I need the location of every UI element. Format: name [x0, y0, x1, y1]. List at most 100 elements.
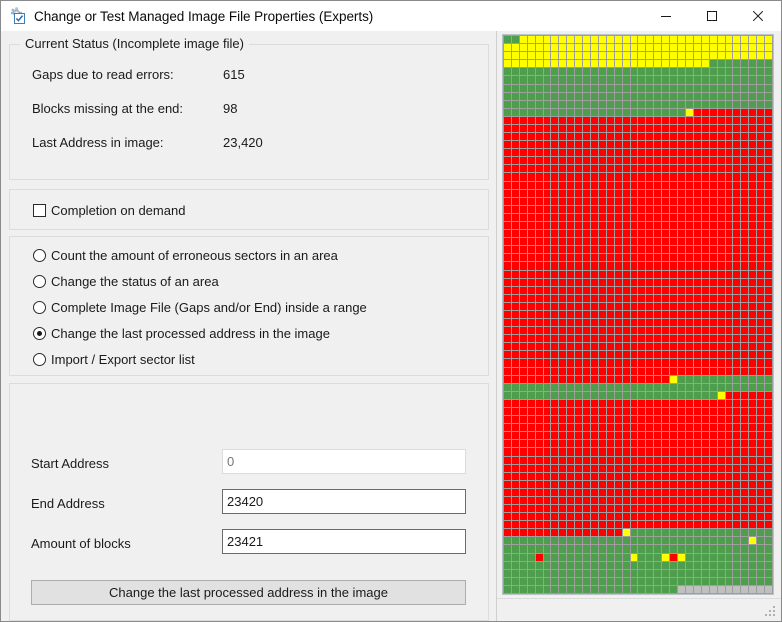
sector-cell[interactable]: [583, 480, 591, 488]
sector-cell[interactable]: [630, 246, 638, 254]
sector-cell[interactable]: [654, 577, 662, 585]
sector-cell[interactable]: [717, 537, 725, 545]
sector-cell[interactable]: [511, 529, 519, 537]
sector-cell[interactable]: [606, 302, 614, 310]
sector-cell[interactable]: [535, 577, 543, 585]
sector-cell[interactable]: [757, 68, 765, 76]
sector-cell[interactable]: [591, 100, 598, 108]
sector-cell[interactable]: [765, 577, 772, 585]
sector-cell[interactable]: [757, 496, 765, 505]
sector-cell[interactable]: [646, 270, 654, 278]
sector-cell[interactable]: [749, 254, 757, 262]
sector-cell[interactable]: [741, 343, 749, 351]
sector-cell[interactable]: [614, 116, 622, 124]
sector-cell[interactable]: [638, 302, 646, 310]
sector-cell[interactable]: [717, 133, 725, 141]
sector-cell[interactable]: [654, 238, 662, 246]
radio-count-erroneous-sectors[interactable]: Count the amount of erroneous sectors in…: [33, 248, 338, 263]
sector-cell[interactable]: [709, 262, 717, 270]
sector-cell[interactable]: [622, 68, 630, 76]
sector-cell[interactable]: [583, 197, 591, 205]
sector-cell[interactable]: [504, 513, 511, 521]
sector-cell[interactable]: [511, 230, 519, 238]
sector-cell[interactable]: [504, 165, 511, 173]
sector-cell[interactable]: [765, 327, 772, 335]
sector-cell[interactable]: [543, 343, 551, 351]
sector-cell[interactable]: [591, 230, 598, 238]
sector-cell[interactable]: [559, 351, 567, 359]
sector-cell[interactable]: [591, 262, 598, 270]
sector-cell[interactable]: [606, 173, 614, 181]
sector-cell[interactable]: [630, 294, 638, 302]
sector-cell[interactable]: [678, 440, 685, 448]
sector-cell[interactable]: [693, 173, 701, 181]
sector-cell[interactable]: [638, 238, 646, 246]
sector-cell[interactable]: [709, 351, 717, 359]
sector-cell[interactable]: [717, 165, 725, 173]
sector-cell[interactable]: [575, 416, 583, 424]
sector-cell[interactable]: [701, 213, 709, 221]
sector-cell[interactable]: [543, 327, 551, 335]
sector-cell[interactable]: [630, 569, 638, 577]
sector-cell[interactable]: [559, 529, 567, 537]
sector-cell[interactable]: [709, 270, 717, 278]
sector-cell[interactable]: [709, 181, 717, 189]
sector-cell[interactable]: [551, 108, 559, 116]
sector-cell[interactable]: [614, 545, 622, 553]
sector-cell[interactable]: [646, 351, 654, 359]
sector-cell[interactable]: [614, 391, 622, 399]
sector-cell[interactable]: [670, 108, 678, 116]
sector-cell[interactable]: [511, 391, 519, 399]
sector-cell[interactable]: [693, 84, 701, 92]
sector-cell[interactable]: [559, 399, 567, 407]
sector-cell[interactable]: [598, 310, 606, 319]
sector-cell[interactable]: [591, 36, 598, 44]
sector-cell[interactable]: [591, 124, 598, 133]
sector-cell[interactable]: [551, 141, 559, 149]
sector-cell[interactable]: [741, 480, 749, 488]
sector-cell[interactable]: [511, 189, 519, 197]
sector-cell[interactable]: [543, 36, 551, 44]
sector-cell[interactable]: [741, 254, 749, 262]
sector-cell[interactable]: [630, 108, 638, 116]
sector-cell[interactable]: [567, 141, 575, 149]
sector-cell[interactable]: [591, 197, 598, 205]
sector-cell[interactable]: [606, 569, 614, 577]
sector-cell[interactable]: [765, 286, 772, 294]
sector-cell[interactable]: [685, 424, 693, 432]
sector-cell[interactable]: [543, 416, 551, 424]
sector-cell[interactable]: [575, 68, 583, 76]
sector-cell[interactable]: [567, 246, 575, 254]
sector-cell[interactable]: [701, 416, 709, 424]
sector-cell[interactable]: [591, 133, 598, 141]
sector-cell[interactable]: [527, 84, 535, 92]
sector-cell[interactable]: [535, 92, 543, 100]
sector-cell[interactable]: [678, 100, 685, 108]
sector-cell[interactable]: [749, 537, 757, 545]
sector-cell[interactable]: [606, 529, 614, 537]
sector-cell[interactable]: [733, 569, 741, 577]
sector-cell[interactable]: [575, 391, 583, 399]
sector-cell[interactable]: [630, 343, 638, 351]
sector-cell[interactable]: [685, 399, 693, 407]
sector-cell[interactable]: [575, 221, 583, 230]
sector-cell[interactable]: [646, 76, 654, 84]
sector-cell[interactable]: [717, 407, 725, 416]
sector-cell[interactable]: [583, 327, 591, 335]
sector-cell[interactable]: [701, 496, 709, 505]
sector-cell[interactable]: [646, 448, 654, 456]
sector-cell[interactable]: [678, 254, 685, 262]
sector-cell[interactable]: [709, 197, 717, 205]
sector-cell[interactable]: [519, 44, 527, 52]
sector-cell[interactable]: [717, 343, 725, 351]
sector-cell[interactable]: [646, 310, 654, 319]
sector-cell[interactable]: [749, 577, 757, 585]
sector-cell[interactable]: [693, 553, 701, 561]
sector-cell[interactable]: [741, 173, 749, 181]
sector-cell[interactable]: [630, 149, 638, 157]
sector-cell[interactable]: [583, 173, 591, 181]
sector-cell[interactable]: [559, 116, 567, 124]
sector-cell[interactable]: [638, 141, 646, 149]
sector-cell[interactable]: [654, 424, 662, 432]
sector-cell[interactable]: [765, 92, 772, 100]
